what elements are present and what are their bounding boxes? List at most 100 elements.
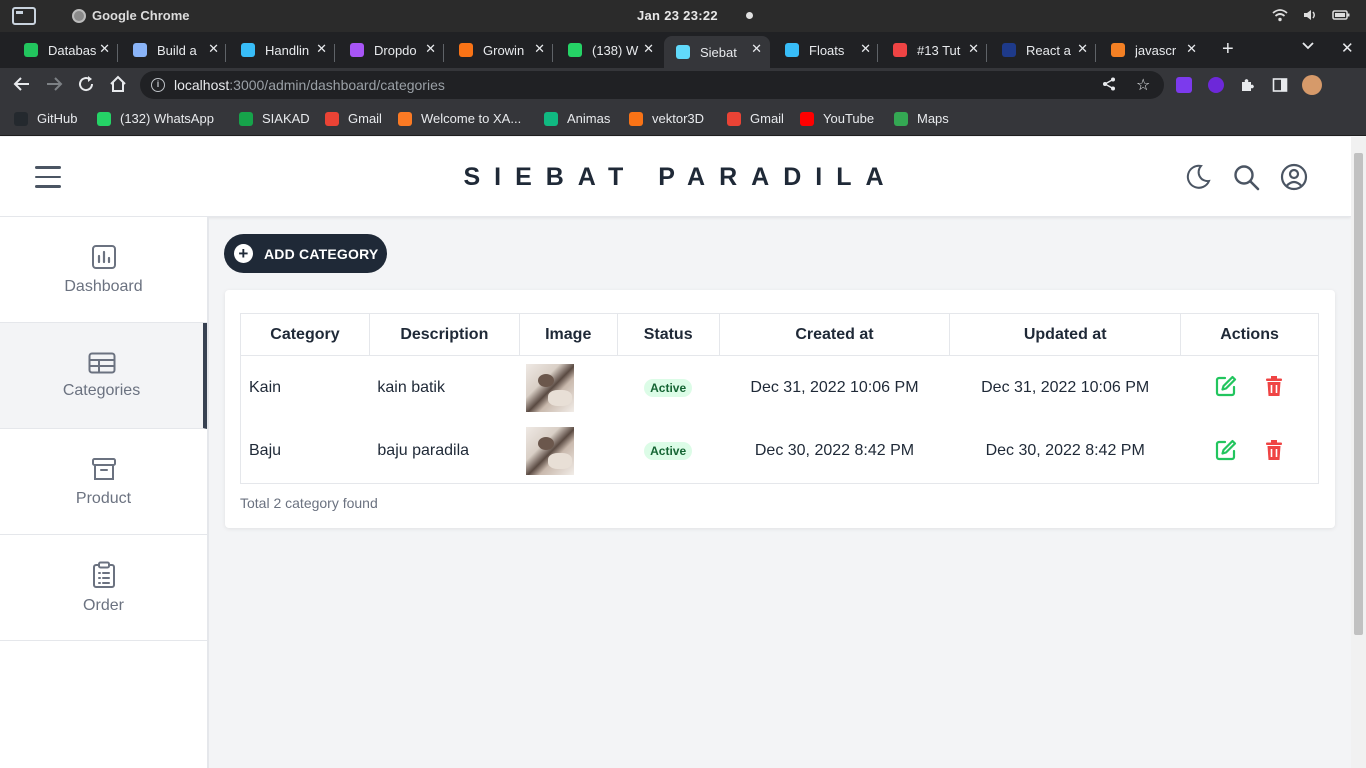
app-header: SIEBAT PARADILA (0, 137, 1351, 217)
bookmark-item[interactable]: YouTube (800, 111, 874, 126)
page-scrollbar[interactable] (1351, 137, 1366, 768)
tab-close-icon[interactable]: ✕ (968, 41, 979, 57)
sidebar-item-categories[interactable]: Categories (0, 323, 207, 429)
tab-close-icon[interactable]: ✕ (208, 41, 219, 57)
forward-button[interactable] (44, 75, 64, 95)
back-button[interactable] (12, 75, 32, 95)
tab-close-icon[interactable]: ✕ (1077, 41, 1088, 57)
bookmark-item[interactable]: Welcome to XA... (398, 111, 521, 126)
cell-status: Active (617, 419, 720, 484)
sidebar-item-product[interactable]: Product (0, 429, 207, 535)
bookmark-item[interactable]: Animas (544, 111, 610, 126)
bookmark-item[interactable]: Maps (894, 111, 949, 126)
wifi-icon (1272, 8, 1288, 22)
browser-tab[interactable]: React a ✕ (990, 36, 1096, 64)
bookmark-label: vektor3D (652, 111, 705, 126)
edit-icon[interactable] (1215, 375, 1237, 402)
browser-tab-strip: Databas ✕ Build a ✕ Handlin ✕ Dropdo ✕ Growin ✕ (1… (0, 32, 1366, 68)
tab-close-icon[interactable]: ✕ (99, 41, 110, 57)
sidebar-item-dashboard[interactable]: Dashboard (0, 217, 207, 323)
bookmark-item[interactable]: vektor3D (629, 111, 704, 126)
bookmark-label: GitHub (37, 111, 78, 126)
tab-favicon-icon (568, 43, 582, 57)
browser-tab[interactable]: Dropdo ✕ (338, 36, 444, 64)
sidebar: Dashboard Categories Product Order (0, 217, 209, 768)
share-icon[interactable] (1102, 77, 1116, 94)
bookmark-label: Gmail (750, 111, 784, 126)
tab-search-chevron-icon[interactable] (1302, 40, 1314, 54)
reload-button[interactable] (76, 75, 96, 95)
active-app-label[interactable]: Google Chrome (72, 8, 190, 23)
tab-title: Dropdo (374, 42, 417, 58)
tab-close-icon[interactable]: ✕ (751, 41, 762, 57)
browser-tab[interactable]: Siebat ✕ (664, 36, 770, 68)
cell-image (519, 356, 617, 420)
system-tray[interactable] (1272, 8, 1350, 22)
scrollbar-thumb[interactable] (1354, 153, 1363, 635)
tab-separator (1095, 44, 1096, 62)
bookmark-label: SIAKAD (262, 111, 310, 126)
tab-favicon-icon (785, 43, 799, 57)
activities-icon[interactable] (12, 7, 36, 25)
sidebar-item-order[interactable]: Order (0, 535, 207, 641)
total-count-text: Total 2 category found (240, 495, 378, 511)
window-close-icon[interactable]: ✕ (1341, 39, 1354, 57)
browser-tab[interactable]: #13 Tut ✕ (881, 36, 987, 64)
status-badge: Active (644, 442, 693, 461)
tab-separator (986, 44, 987, 62)
bookmark-item[interactable]: (132) WhatsApp (97, 111, 214, 126)
tab-close-icon[interactable]: ✕ (643, 41, 654, 57)
column-header-updated-at: Updated at (949, 313, 1182, 356)
browser-tab[interactable]: Growin ✕ (447, 36, 553, 64)
delete-icon[interactable] (1265, 439, 1283, 466)
dark-mode-moon-icon[interactable] (1184, 163, 1212, 191)
browser-tab[interactable]: Databas ✕ (12, 36, 118, 64)
system-clock[interactable]: Jan 23 23:22 (637, 8, 718, 23)
bookmark-item[interactable]: Gmail (727, 111, 784, 126)
category-thumbnail[interactable] (526, 427, 575, 476)
site-info-icon[interactable]: i (151, 78, 165, 92)
profile-avatar[interactable] (1302, 75, 1322, 95)
clipboard-list-icon (92, 561, 115, 588)
tab-close-icon[interactable]: ✕ (534, 41, 545, 57)
tab-close-icon[interactable]: ✕ (425, 41, 436, 57)
bookmark-item[interactable]: SIAKAD (239, 111, 310, 126)
table-header-row: Category Description Image Status Create… (240, 313, 1319, 356)
table-row: Kain kain batik Active Dec 31, 2022 10:0… (240, 355, 1319, 420)
browser-tab[interactable]: Handlin ✕ (229, 36, 335, 64)
column-header-actions: Actions (1180, 313, 1319, 356)
browser-tab[interactable]: Build a ✕ (121, 36, 227, 64)
tab-favicon-icon (133, 43, 147, 57)
user-account-icon[interactable] (1280, 163, 1308, 191)
cell-updated-at: Dec 31, 2022 10:06 PM (981, 378, 1150, 396)
sidebar-item-label: Categories (62, 381, 141, 399)
side-panel-icon[interactable] (1272, 77, 1288, 93)
search-icon[interactable] (1232, 163, 1260, 191)
browser-tab[interactable]: Floats ✕ (773, 36, 879, 64)
tab-close-icon[interactable]: ✕ (860, 41, 871, 57)
column-header-description: Description (368, 313, 520, 356)
browser-tab[interactable]: javascr ✕ (1099, 36, 1205, 64)
category-thumbnail[interactable] (526, 363, 575, 412)
bookmark-item[interactable]: Gmail (325, 111, 382, 126)
tab-title: Floats (809, 42, 845, 58)
tab-close-icon[interactable]: ✕ (1186, 41, 1197, 57)
delete-icon[interactable] (1265, 375, 1283, 402)
extensions-puzzle-icon[interactable] (1240, 77, 1256, 93)
cell-created-at: Dec 31, 2022 10:06 PM (750, 378, 919, 396)
extension-icon[interactable] (1176, 77, 1192, 93)
address-url[interactable]: localhost:3000/admin/dashboard/categorie… (174, 77, 445, 93)
tab-close-icon[interactable]: ✕ (316, 41, 327, 57)
bookmark-star-icon[interactable]: ☆ (1136, 75, 1150, 95)
browser-tab[interactable]: (138) W ✕ (556, 36, 662, 64)
new-tab-button[interactable]: + (1222, 38, 1234, 61)
bookmark-item[interactable]: GitHub (14, 111, 77, 126)
bookmark-favicon-icon (894, 111, 908, 126)
add-category-button[interactable]: + ADD CATEGORY (224, 234, 388, 273)
volume-icon (1302, 8, 1318, 22)
edit-icon[interactable] (1215, 439, 1237, 466)
home-button[interactable] (108, 75, 128, 95)
address-bar[interactable]: i localhost:3000/admin/dashboard/categor… (140, 71, 1164, 99)
chart-bar-icon (91, 244, 116, 269)
download-extension-icon[interactable] (1208, 77, 1224, 93)
